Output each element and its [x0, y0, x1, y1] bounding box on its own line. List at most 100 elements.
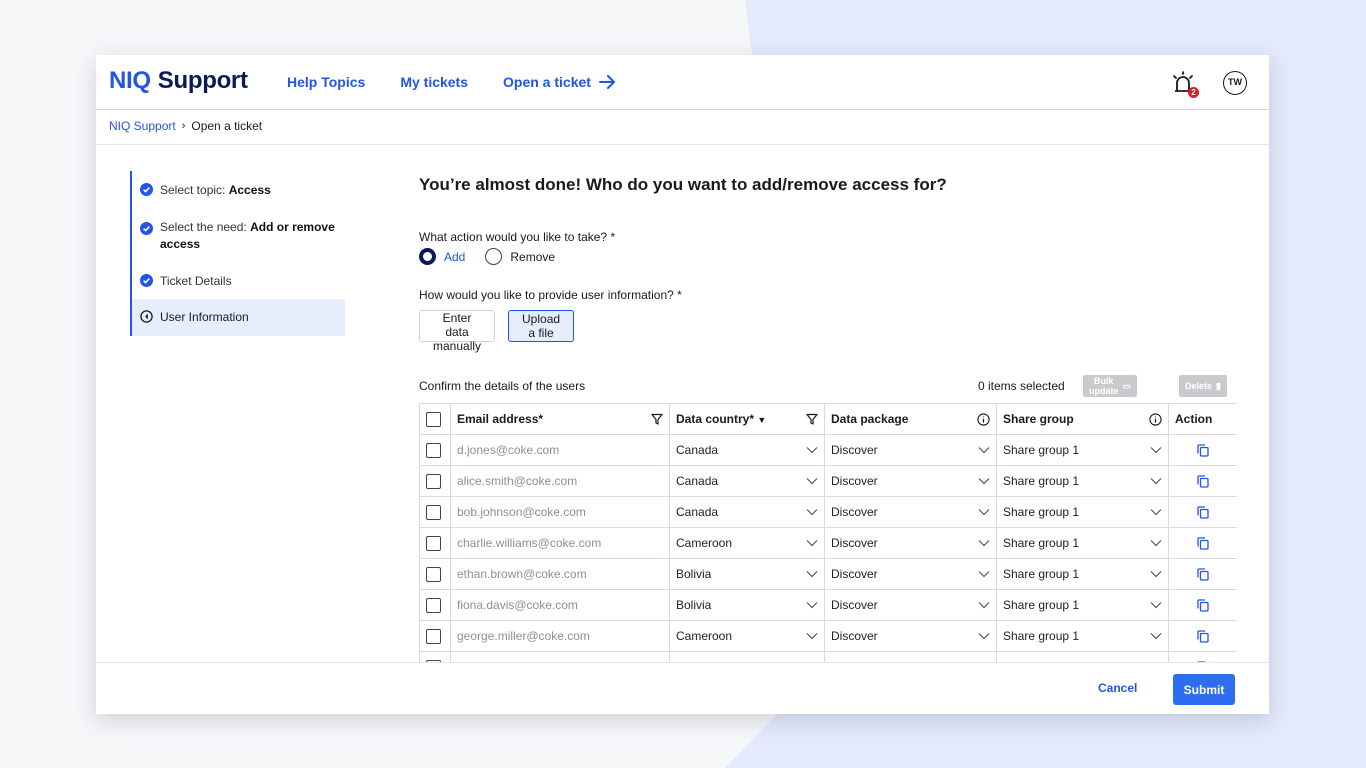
chevron-down-icon[interactable] — [978, 570, 990, 578]
step-label: Select the need: — [160, 220, 251, 234]
select-all-checkbox[interactable] — [426, 411, 441, 427]
copy-icon[interactable] — [1197, 598, 1209, 612]
country-select[interactable]: Canada — [669, 496, 825, 528]
upload-file-button[interactable]: Upload a file — [508, 310, 575, 342]
share-group-select[interactable]: Share group 1 — [996, 465, 1169, 497]
chevron-down-icon[interactable] — [978, 539, 990, 547]
nav-my-tickets[interactable]: My tickets — [400, 74, 468, 90]
chevron-down-icon[interactable] — [806, 539, 818, 547]
sort-caret-icon[interactable]: ▼ — [757, 415, 766, 425]
chevron-down-icon[interactable] — [1150, 477, 1162, 485]
info-icon[interactable] — [1149, 412, 1162, 426]
share-group-select[interactable]: Share group 1 — [996, 496, 1169, 528]
filter-icon[interactable] — [651, 413, 663, 425]
country-value: Canada — [676, 474, 719, 488]
package-select[interactable]: Discover — [824, 527, 997, 559]
chevron-down-icon[interactable] — [1150, 570, 1162, 578]
avatar[interactable]: TW — [1223, 71, 1247, 95]
chevron-down-icon[interactable] — [1150, 601, 1162, 609]
copy-icon[interactable] — [1197, 505, 1209, 519]
share-group-value: Share group 1 — [1003, 629, 1080, 643]
share-group-select[interactable]: Share group 1 — [996, 589, 1169, 621]
step-select-topic[interactable]: Select topic: Access — [132, 171, 345, 207]
email-cell[interactable]: charlie.williams@coke.com — [450, 527, 670, 559]
email-cell[interactable]: ethan.brown@coke.com — [450, 558, 670, 590]
country-select[interactable]: Cameroon — [669, 527, 825, 559]
chevron-down-icon[interactable] — [1150, 632, 1162, 640]
package-select[interactable]: Discover — [824, 589, 997, 621]
logo[interactable]: NIQ Support — [109, 67, 248, 95]
chevron-down-icon[interactable] — [806, 477, 818, 485]
package-select[interactable]: Discover — [824, 496, 997, 528]
chevron-down-icon[interactable] — [1150, 446, 1162, 454]
chevron-down-icon[interactable] — [806, 632, 818, 640]
country-select[interactable]: Canada — [669, 434, 825, 466]
share-group-value: Share group 1 — [1003, 474, 1080, 488]
filter-icon[interactable] — [806, 413, 818, 425]
chevron-down-icon[interactable] — [978, 508, 990, 516]
chevron-down-icon[interactable] — [1150, 539, 1162, 547]
email-cell[interactable]: bob.johnson@coke.com — [450, 496, 670, 528]
nav-help-topics[interactable]: Help Topics — [287, 74, 365, 90]
radio-add[interactable]: Add — [419, 248, 465, 265]
email-cell[interactable]: george.miller@coke.com — [450, 620, 670, 652]
column-label: Data package — [831, 412, 909, 426]
copy-icon[interactable] — [1197, 567, 1209, 581]
country-select[interactable]: Cameroon — [669, 620, 825, 652]
share-group-select[interactable]: Share group 1 — [996, 558, 1169, 590]
copy-icon[interactable] — [1197, 443, 1209, 457]
users-table-container[interactable]: Email address* Data country* ▼ Data pack… — [419, 403, 1237, 664]
copy-icon[interactable] — [1197, 536, 1209, 550]
submit-button[interactable]: Submit — [1173, 674, 1235, 705]
row-checkbox[interactable] — [426, 442, 441, 458]
chevron-down-icon[interactable] — [806, 508, 818, 516]
chevron-down-icon[interactable] — [978, 601, 990, 609]
step-user-information[interactable]: User Information — [132, 299, 345, 336]
share-group-select[interactable]: Share group 1 — [996, 527, 1169, 559]
notification-bell[interactable]: 2 — [1171, 70, 1199, 98]
cancel-button[interactable]: Cancel — [1098, 681, 1137, 695]
chevron-down-icon[interactable] — [806, 601, 818, 609]
enter-data-manually-button[interactable]: Enter data manually — [419, 310, 496, 353]
row-checkbox[interactable] — [426, 628, 441, 644]
copy-icon[interactable] — [1197, 629, 1209, 643]
email-cell[interactable]: alice.smith@coke.com — [450, 465, 670, 497]
country-select[interactable]: Bolivia — [669, 589, 825, 621]
breadcrumb-root[interactable]: NIQ Support — [109, 119, 176, 133]
info-icon[interactable] — [977, 412, 990, 426]
column-header-package: Data package — [824, 403, 997, 435]
country-select[interactable]: Bolivia — [669, 558, 825, 590]
check-circle-icon — [140, 183, 153, 196]
row-checkbox[interactable] — [426, 597, 441, 613]
bulk-update-button[interactable]: Bulk update ▭ — [1083, 375, 1138, 397]
footer-bar: Cancel Submit — [96, 662, 1269, 714]
share-group-select[interactable]: Share group 1 — [996, 434, 1169, 466]
email-cell[interactable]: d.jones@coke.com — [450, 434, 670, 466]
radio-remove[interactable]: Remove — [485, 248, 555, 265]
chevron-down-icon[interactable] — [806, 570, 818, 578]
row-checkbox[interactable] — [426, 504, 441, 520]
chevron-down-icon[interactable] — [1150, 508, 1162, 516]
package-select[interactable]: Discover — [824, 558, 997, 590]
package-select[interactable]: Discover — [824, 465, 997, 497]
row-checkbox[interactable] — [426, 473, 441, 489]
share-group-select[interactable]: Share group 1 — [996, 620, 1169, 652]
chevron-down-icon[interactable] — [978, 632, 990, 640]
nav-open-ticket[interactable]: Open a ticket — [503, 74, 616, 90]
chevron-down-icon[interactable] — [978, 446, 990, 454]
step-ticket-details[interactable]: Ticket Details — [132, 262, 345, 299]
step-select-need[interactable]: Select the need: Add or remove access — [132, 207, 345, 262]
chevron-down-icon[interactable] — [806, 446, 818, 454]
notification-badge: 2 — [1188, 87, 1199, 98]
package-value: Discover — [831, 629, 878, 643]
chevron-down-icon[interactable] — [978, 477, 990, 485]
delete-button[interactable]: Delete ▮ — [1179, 375, 1227, 397]
country-select[interactable]: Canada — [669, 465, 825, 497]
row-checkbox[interactable] — [426, 535, 441, 551]
share-group-value: Share group 1 — [1003, 443, 1080, 457]
copy-icon[interactable] — [1197, 474, 1209, 488]
package-select[interactable]: Discover — [824, 620, 997, 652]
email-cell[interactable]: fiona.davis@coke.com — [450, 589, 670, 621]
package-select[interactable]: Discover — [824, 434, 997, 466]
row-checkbox[interactable] — [426, 566, 441, 582]
